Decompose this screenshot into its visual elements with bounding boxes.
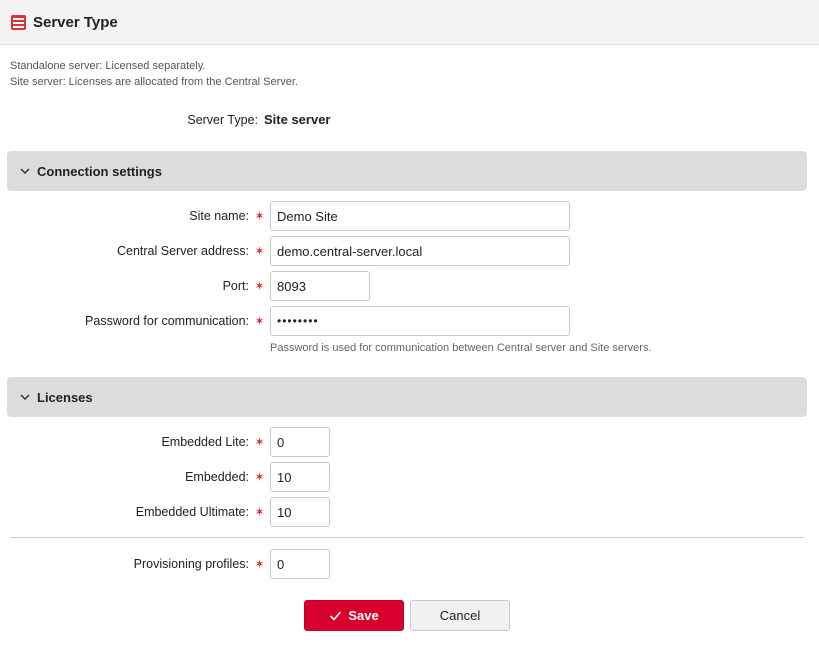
embedded-lite-row: Embedded Lite: ✶ 0 [0,427,819,457]
port-label: Port: [222,279,249,293]
password-row: Password for communication: ✶ •••••••• [0,306,819,336]
embedded-lite-label: Embedded Lite: [161,435,249,449]
password-hint: Password is used for communication betwe… [270,342,652,354]
connection-settings-header[interactable]: Connection settings [7,151,807,191]
chevron-down-icon [19,391,31,403]
site-name-row: Site name: ✶ Demo Site [0,201,819,231]
central-address-row: Central Server address: ✶ demo.central-s… [0,236,819,266]
central-address-input[interactable]: demo.central-server.local [270,236,570,266]
checkmark-icon [329,609,342,622]
required-marker: ✶ [254,314,265,328]
central-address-label: Central Server address: [116,244,249,258]
chevron-down-icon [19,165,31,177]
required-marker: ✶ [254,279,265,293]
port-row: Port: ✶ 8093 [0,271,819,301]
licenses-header[interactable]: Licenses [7,377,807,417]
provisioning-input[interactable]: 0 [270,549,330,579]
required-marker: ✶ [254,435,265,449]
description-line-1: Standalone server: Licensed separately. [10,60,206,72]
cancel-button-label: Cancel [439,608,481,623]
save-button[interactable]: Save [304,600,404,631]
server-type-label: Server Type: [187,112,258,127]
provisioning-row: Provisioning profiles: ✶ 0 [0,549,819,579]
embedded-ultimate-input[interactable]: 10 [270,497,330,527]
save-button-label: Save [348,608,379,623]
embedded-ultimate-row: Embedded Ultimate: ✶ 10 [0,497,819,527]
embedded-label: Embedded: [185,470,249,484]
embedded-row: Embedded: ✶ 10 [0,462,819,492]
embedded-input[interactable]: 10 [270,462,330,492]
site-name-label: Site name: [189,209,249,223]
site-name-input[interactable]: Demo Site [270,201,570,231]
provisioning-label: Provisioning profiles: [133,557,249,571]
embedded-lite-input[interactable]: 0 [270,427,330,457]
server-type-value: Site server [264,112,331,127]
password-label: Password for communication: [85,314,249,328]
description-line-2: Site server: Licenses are allocated from… [10,76,298,88]
divider [10,537,804,538]
page-title: Server Type [33,13,118,31]
required-marker: ✶ [254,505,265,519]
required-marker: ✶ [254,470,265,484]
server-icon [10,14,27,31]
required-marker: ✶ [254,557,265,571]
embedded-ultimate-label: Embedded Ultimate: [135,505,249,519]
cancel-button[interactable]: Cancel [410,600,510,631]
server-type-row: Server Type: Site server [0,112,819,127]
required-marker: ✶ [254,244,265,258]
port-input[interactable]: 8093 [270,271,370,301]
page-header: Server Type [0,0,819,45]
required-marker: ✶ [254,209,265,223]
licenses-title: Licenses [37,389,93,405]
connection-settings-title: Connection settings [37,163,162,179]
password-input[interactable]: •••••••• [270,306,570,336]
